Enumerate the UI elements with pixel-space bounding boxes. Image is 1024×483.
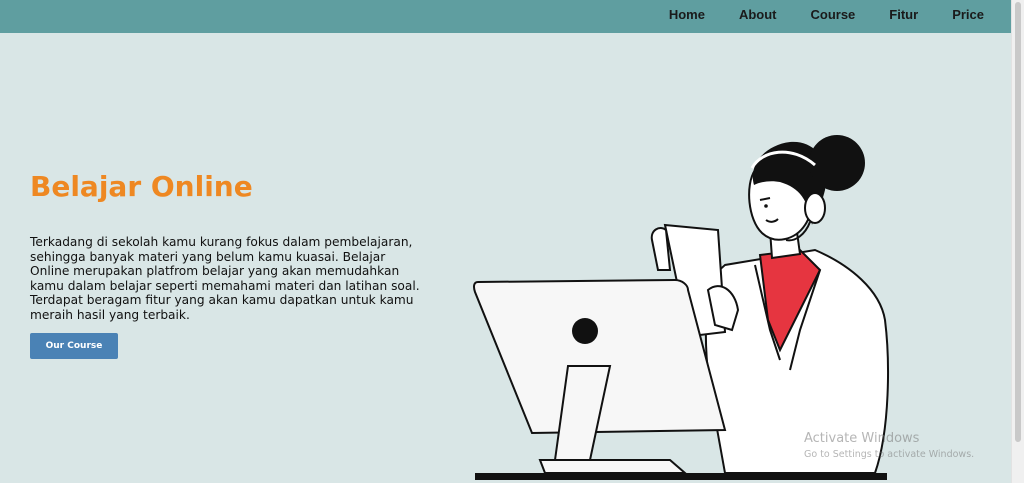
nav-home-link[interactable]: Home — [669, 7, 705, 22]
headset-earcup — [804, 192, 826, 224]
eye — [764, 204, 768, 208]
our-course-button[interactable]: Our Course — [30, 333, 118, 359]
desk-line — [475, 473, 887, 480]
monitor-base — [538, 459, 688, 474]
nav-course-link[interactable]: Course — [811, 7, 856, 22]
watermark-title: Activate Windows — [804, 431, 920, 446]
page: Home About Course Fitur Price Belajar On… — [0, 0, 1024, 483]
vertical-scrollbar[interactable] — [1011, 0, 1024, 483]
top-navbar: Home About Course Fitur Price — [0, 0, 1012, 33]
left-hand — [650, 227, 672, 271]
nav-fitur-link[interactable]: Fitur — [889, 7, 918, 22]
hair-bun — [809, 135, 865, 191]
webcam-dot — [572, 318, 598, 344]
nav-links: Home About Course Fitur Price — [635, 0, 984, 28]
hero-title: Belajar Online — [30, 170, 253, 203]
hero-description: Terkadang di sekolah kamu kurang fokus d… — [30, 235, 420, 322]
scrollbar-thumb[interactable] — [1015, 2, 1021, 442]
nav-about-link[interactable]: About — [739, 7, 777, 22]
windows-activation-watermark: Activate Windows Go to Settings to activ… — [804, 431, 974, 460]
watermark-subtitle: Go to Settings to activate Windows. — [804, 449, 975, 460]
nav-price-link[interactable]: Price — [952, 7, 984, 22]
